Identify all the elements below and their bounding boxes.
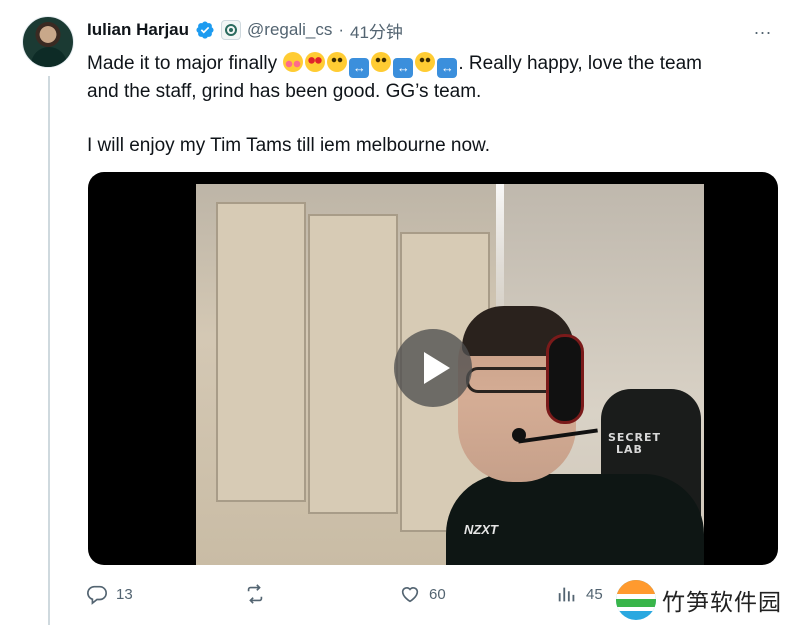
site-logo-icon [616,580,656,620]
reply-button[interactable]: 13 [86,583,133,605]
heart-icon [401,587,419,603]
shirt-logo: NZXT [464,522,498,537]
mic-tip [512,428,526,442]
tweet-header: Iulian Harjau @regali_cs · 41分钟 [87,17,403,43]
like-count: 60 [429,585,446,603]
tweet-timestamp[interactable]: 41分钟 [350,18,403,43]
play-icon [423,352,450,384]
site-watermark: 竹笋软件园 [614,578,788,622]
tweet-text-line-1: Made it to major finally ↔ ↔ ↔. Really hap… [87,50,787,78]
slightly-smiling-face-icon [371,52,392,72]
play-button[interactable] [394,329,472,407]
left-right-arrow-icon: ↔ [393,58,414,78]
reply-icon [87,585,107,605]
slightly-smiling-face-icon [415,52,436,72]
star-struck-icon [305,52,326,72]
tweet-text: Made it to major finally ↔ ↔ ↔. Really hap… [87,50,787,159]
thread-line [48,76,50,625]
verified-badge-icon [196,21,214,39]
views-icon [558,587,575,602]
retweet-button[interactable] [244,583,274,605]
reply-count: 13 [116,585,133,603]
slightly-smiling-face-icon [327,52,348,72]
views-count: 45 [586,585,603,603]
tweet-text-part: . Really happy, love the team [458,53,702,74]
views-button[interactable]: 45 [556,583,603,605]
author-handle[interactable]: @regali_cs [247,20,332,40]
smiling-face-with-hearts-icon [283,52,304,72]
more-options-icon[interactable]: ... [754,18,772,39]
person-body [446,474,704,565]
watermark-text: 竹笋软件园 [662,590,782,616]
tweet-text-line-2: and the staff, grind has been good. GG’s… [87,81,482,102]
retweet-icon [247,584,263,604]
headset [546,334,584,424]
like-button[interactable]: 60 [399,583,446,605]
left-right-arrow-icon: ↔ [437,58,458,78]
cabinet [308,214,398,514]
affiliation-badge-icon[interactable] [221,20,242,40]
tweet-text-line-3: I will enjoy my Tim Tams till iem melbou… [87,135,490,156]
author-name[interactable]: Iulian Harjau [87,20,189,40]
chair-brand: SECRET LAB [608,432,661,456]
tweet-text-part: Made it to major finally [87,53,278,74]
cabinet [216,202,306,502]
chair-brand-line-2: LAB [616,443,643,456]
left-right-arrow-icon: ↔ [349,58,370,78]
separator-dot: · [338,20,344,39]
avatar[interactable] [22,16,74,68]
